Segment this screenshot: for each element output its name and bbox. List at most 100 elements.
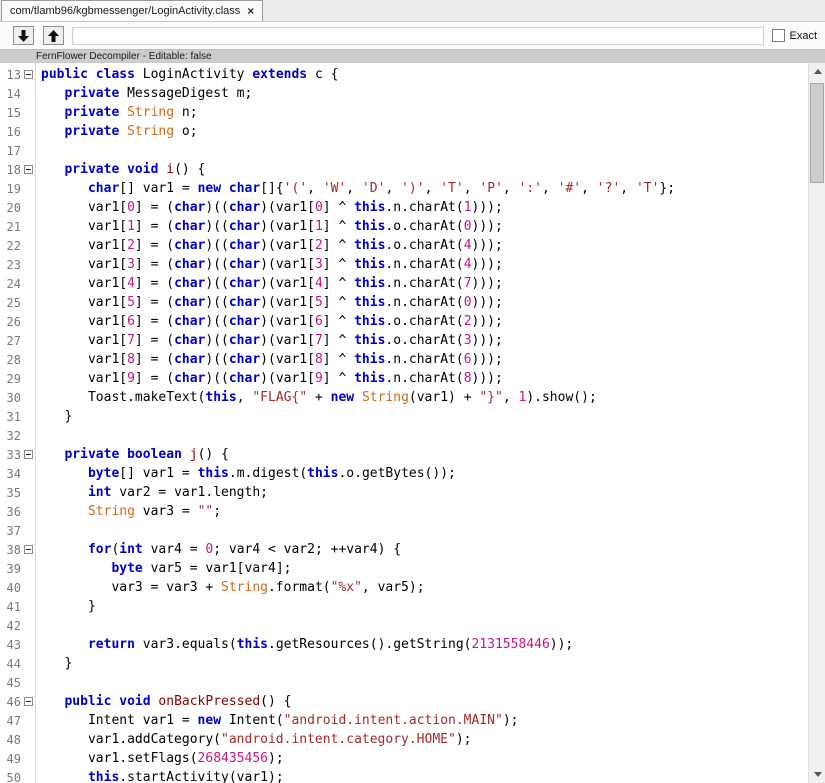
code-token: this [354,295,386,310]
code-token: var5 = var1[var4]; [142,561,292,576]
code-line[interactable]: var1.addCategory("android.intent.categor… [41,730,808,749]
code-token: ))); [471,295,503,310]
code-token: char [87,181,120,196]
code-line[interactable]: var1[2] = (char)((char)(var1[2] ^ this.o… [41,236,808,255]
code-line[interactable]: } [41,597,808,616]
code-line[interactable]: } [41,407,808,426]
code-token: for [87,542,112,557]
code-token: , var5); [361,580,425,595]
code-line[interactable]: var1[3] = (char)((char)(var1[3] ^ this.n… [41,255,808,274]
code-token: ] = ( [134,314,175,329]
vertical-scrollbar[interactable] [808,63,825,783]
search-input[interactable] [72,26,765,45]
code-line[interactable]: private String n; [41,103,808,122]
code-token: String [87,504,135,519]
code-token: } [41,656,73,671]
code-line[interactable]: byte var5 = var1[var4]; [41,559,808,578]
code-line[interactable]: String var3 = ""; [41,502,808,521]
code-line[interactable] [41,426,808,445]
code-line[interactable]: var1[8] = (char)((char)(var1[8] ^ this.n… [41,350,808,369]
exact-checkbox-label: Exact [789,29,817,42]
code-line[interactable]: byte[] var1 = this.m.digest(this.o.getBy… [41,464,808,483]
code-line[interactable]: private boolean j() { [41,445,808,464]
code-token: char [174,333,206,348]
code-token: char [228,371,261,386]
code-token: , [385,181,402,196]
code-line[interactable]: var1[6] = (char)((char)(var1[6] ^ this.o… [41,312,808,331]
code-line[interactable]: var1[4] = (char)((char)(var1[4] ^ this.n… [41,274,808,293]
fold-collapse-icon[interactable] [24,545,33,554]
exact-match-toggle[interactable]: Exact [772,29,817,42]
code-line[interactable] [41,521,808,540]
gutter-line: 50 [0,768,35,783]
code-token: [] var1 = [119,181,198,196]
scroll-up-button[interactable] [809,63,825,80]
code-line[interactable]: Intent var1 = new Intent("android.intent… [41,711,808,730]
code-token: char [228,333,261,348]
tab-close-icon[interactable]: × [247,5,254,17]
line-number: 26 [6,314,21,329]
search-next-button[interactable] [13,26,34,45]
code-line[interactable]: for(int var4 = 0; var4 < var2; ++var4) { [41,540,808,559]
code-line[interactable]: var1[5] = (char)((char)(var1[5] ^ this.n… [41,293,808,312]
code-line[interactable]: private void i() { [41,160,808,179]
code-token: , [307,181,323,196]
code-line[interactable]: public class LoginActivity extends c { [41,65,808,84]
code-line[interactable]: var1[7] = (char)((char)(var1[7] ^ this.o… [41,331,808,350]
code-token: '(' [283,181,308,196]
fold-collapse-icon[interactable] [24,165,33,174]
code-line[interactable] [41,673,808,692]
code-token: + [307,390,331,405]
fold-collapse-icon[interactable] [24,697,33,706]
gutter-line: 13 [0,65,35,84]
line-number: 22 [6,238,21,253]
code-token: )(var1[ [260,295,315,310]
code-line[interactable]: int var2 = var1.length; [41,483,808,502]
code-token: LoginActivity [134,67,253,82]
code-token: )(( [205,333,229,348]
exact-checkbox[interactable] [772,29,786,42]
code-line[interactable]: } [41,654,808,673]
code-line[interactable]: this.startActivity(var1); [41,768,808,783]
code-line[interactable]: return var3.equals(this.getResources().g… [41,635,808,654]
code-token: ] = ( [134,276,175,291]
code-token: extends [252,67,308,82]
code-content[interactable]: public class LoginActivity extends c { p… [36,63,808,783]
code-token: this [354,257,386,272]
scrollbar-thumb[interactable] [810,83,824,183]
code-line[interactable] [41,141,808,160]
code-token: )(( [205,371,229,386]
tab-loginactivity[interactable]: com/tlamb96/kgbmessenger/LoginActivity.c… [1,0,264,21]
code-token: "android.intent.category.HOME" [221,732,456,747]
code-token: MessageDigest m; [119,86,253,101]
code-line[interactable]: var1[1] = (char)((char)(var1[1] ^ this.o… [41,217,808,236]
code-line[interactable]: Toast.makeText(this, "FLAG{" + new Strin… [41,388,808,407]
code-token: "" [197,504,214,519]
code-line[interactable] [41,616,808,635]
code-token: var1[ [41,371,128,386]
gutter-line: 35 [0,483,35,502]
code-line[interactable]: var1[0] = (char)((char)(var1[0] ^ this.n… [41,198,808,217]
fold-collapse-icon[interactable] [24,450,33,459]
code-line[interactable]: char[] var1 = new char[]{'(', 'W', 'D', … [41,179,808,198]
fold-collapse-icon[interactable] [24,70,33,79]
code-token: 5 [127,295,135,310]
code-line[interactable]: private MessageDigest m; [41,84,808,103]
code-token: char [174,276,206,291]
code-token: , [502,390,519,405]
scroll-down-button[interactable] [809,766,825,783]
code-line[interactable]: var3 = var3 + String.format("%x", var5); [41,578,808,597]
code-line[interactable]: public void onBackPressed() { [41,692,808,711]
line-number: 24 [6,276,21,291]
code-token: char [228,219,261,234]
search-previous-button[interactable] [43,26,64,45]
code-line[interactable]: var1[9] = (char)((char)(var1[9] ^ this.n… [41,369,808,388]
code-line[interactable]: var1.setFlags(268435456); [41,749,808,768]
code-token: public [41,67,88,82]
line-number: 18 [6,162,21,177]
code-token: ); [502,713,519,728]
tab-bar: com/tlamb96/kgbmessenger/LoginActivity.c… [0,0,825,22]
code-line[interactable]: private String o; [41,122,808,141]
